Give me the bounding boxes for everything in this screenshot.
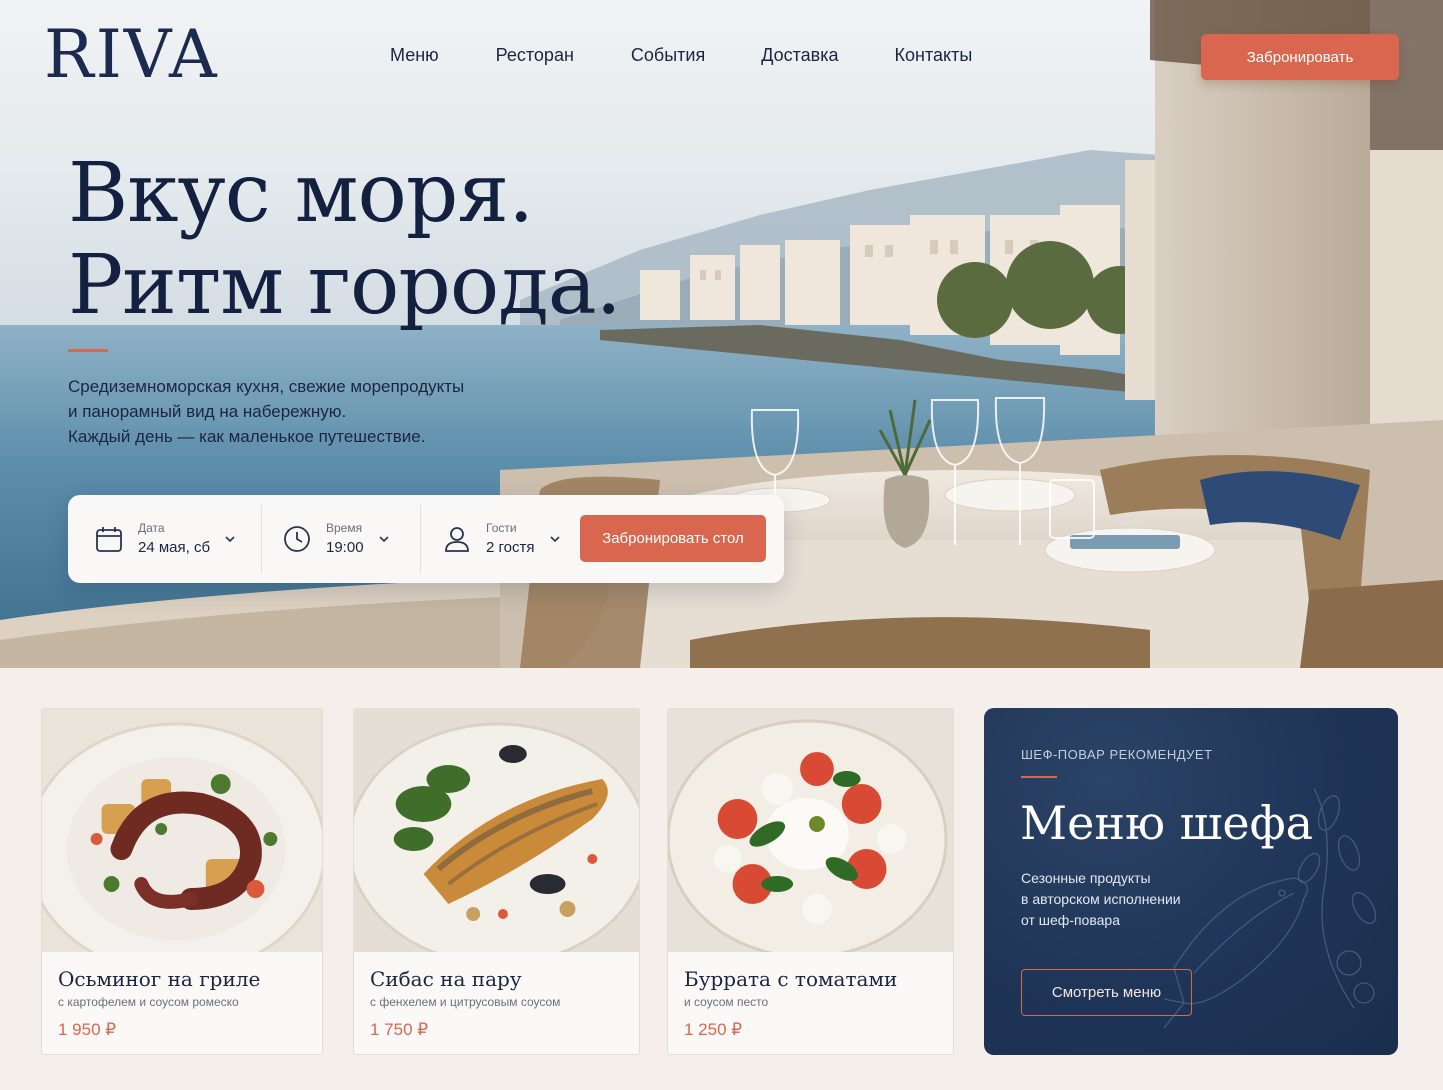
date-select[interactable]: Дата 24 мая, сб bbox=[94, 495, 236, 583]
hero-subtitle: Средиземноморская кухня, свежие морепрод… bbox=[68, 374, 538, 449]
clock-icon bbox=[284, 526, 310, 552]
chevron-down-icon bbox=[378, 536, 389, 543]
dish-title: Сибас на пару bbox=[370, 967, 522, 991]
chef-description-line: Сезонные продукты bbox=[1021, 870, 1151, 886]
dish-title: Буррата с томатами bbox=[684, 967, 898, 991]
hero-subtitle-line: и панорамный вид на набережную. bbox=[68, 402, 347, 421]
dish-price: 1 950 ₽ bbox=[58, 1020, 117, 1039]
chevron-down-icon bbox=[225, 536, 235, 543]
guests-select[interactable]: Гости 2 гостя bbox=[442, 495, 561, 583]
book-button[interactable]: Забронировать bbox=[1201, 34, 1399, 80]
dish-photo bbox=[668, 709, 953, 952]
dish-card-octopus[interactable]: Осьминог на гриле с картофелем и соусом … bbox=[41, 708, 323, 1055]
main-nav: Меню Ресторан События Доставка Контакты bbox=[390, 45, 972, 66]
chef-description: Сезонные продукты в авторском исполнении… bbox=[1021, 868, 1181, 931]
dish-photo bbox=[42, 709, 322, 952]
dish-photo bbox=[354, 709, 639, 952]
user-icon bbox=[445, 527, 469, 552]
time-select[interactable]: Время 19:00 bbox=[282, 495, 390, 583]
nav-item-contacts[interactable]: Контакты bbox=[895, 45, 973, 66]
chef-kicker: ШЕФ-ПОВАР РЕКОМЕНДУЕТ bbox=[1021, 747, 1213, 762]
date-value: 24 мая, сб bbox=[138, 539, 211, 556]
dish-description: с фенхелем и цитрусовым соусом bbox=[370, 995, 561, 1009]
dish-price: 1 750 ₽ bbox=[370, 1020, 429, 1039]
hero-accent-line bbox=[68, 349, 108, 352]
guests-label: Гости bbox=[486, 521, 517, 535]
dish-card-burrata[interactable]: Буррата с томатами и соусом песто 1 250 … bbox=[667, 708, 954, 1055]
nav-item-menu[interactable]: Меню bbox=[390, 45, 439, 66]
booking-bar: Дата 24 мая, сб Время 19:00 Гости 2 гост… bbox=[68, 495, 784, 583]
hero-subtitle-line: Каждый день — как маленькое путешествие. bbox=[68, 427, 426, 446]
divider bbox=[261, 505, 262, 573]
nav-item-restaurant[interactable]: Ресторан bbox=[496, 45, 574, 66]
chef-description-line: в авторском исполнении bbox=[1021, 891, 1181, 907]
divider bbox=[420, 505, 421, 573]
chef-title: Меню шефа bbox=[1020, 796, 1314, 850]
time-label: Время bbox=[326, 521, 363, 535]
calendar-icon bbox=[96, 527, 122, 552]
dish-price: 1 250 ₽ bbox=[684, 1020, 743, 1039]
time-value: 19:00 bbox=[326, 539, 364, 556]
date-label: Дата bbox=[138, 521, 165, 535]
hero-title-line-1: Вкус моря. bbox=[68, 146, 534, 241]
nav-item-events[interactable]: События bbox=[631, 45, 705, 66]
hero-title-line-2: Ритм города. bbox=[68, 238, 622, 333]
dish-title: Осьминог на гриле bbox=[58, 967, 261, 991]
nav-item-delivery[interactable]: Доставка bbox=[761, 45, 838, 66]
chef-accent-line bbox=[1021, 776, 1057, 778]
dish-card-seabass[interactable]: Сибас на пару с фенхелем и цитрусовым со… bbox=[353, 708, 640, 1055]
chef-menu-card: ШЕФ-ПОВАР РЕКОМЕНДУЕТ Меню шефа Сезонные… bbox=[984, 708, 1398, 1055]
book-table-button[interactable]: Забронировать стол bbox=[580, 515, 766, 562]
hero-title: Вкус моря. Ритм города. bbox=[68, 146, 622, 333]
dish-description: и соусом песто bbox=[684, 995, 769, 1009]
chef-description-line: от шеф-повара bbox=[1021, 912, 1120, 928]
dish-description: с картофелем и соусом ромеско bbox=[58, 995, 239, 1009]
hero-section: RIVA Меню Ресторан События Доставка Конт… bbox=[0, 0, 1443, 668]
logo[interactable]: RIVA bbox=[44, 22, 219, 88]
view-menu-button[interactable]: Смотреть меню bbox=[1021, 969, 1192, 1016]
hero-subtitle-line: Средиземноморская кухня, свежие морепрод… bbox=[68, 377, 465, 396]
guests-value: 2 гостя bbox=[486, 539, 535, 556]
chevron-down-icon bbox=[549, 536, 560, 543]
